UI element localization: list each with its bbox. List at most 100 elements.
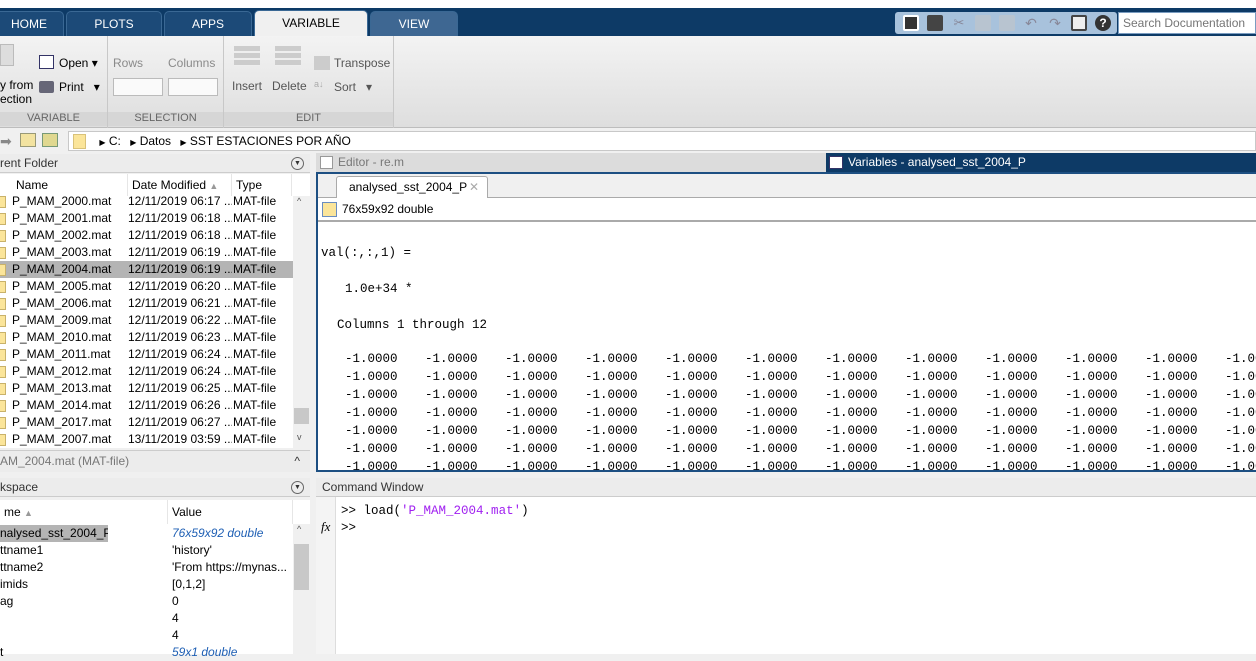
table-row[interactable]: P_MAM_2007.mat 13/11/2019 03:59 ... MAT-…	[0, 431, 293, 448]
command-prompt[interactable]: >>	[341, 521, 356, 535]
delete-button[interactable]: Delete	[272, 79, 307, 93]
file-type: MAT-file	[233, 245, 277, 259]
variables-tab[interactable]: Variables - analysed_sst_2004_P	[826, 153, 1256, 172]
table-row[interactable]: P_MAM_2017.mat 12/11/2019 06:27 ... MAT-…	[0, 414, 293, 431]
matrix-cell: -1.0000	[1065, 352, 1118, 366]
help-icon[interactable]: ?	[1095, 15, 1111, 31]
table-row[interactable]: P_MAM_2004.mat 12/11/2019 06:19 ... MAT-…	[0, 261, 293, 278]
panel-menu-icon[interactable]: ▼	[291, 481, 304, 494]
file-name: P_MAM_2002.mat	[12, 228, 112, 242]
tab-variable[interactable]: VARIABLE	[254, 10, 368, 36]
command-window[interactable]: fx >> load('P_MAM_2004.mat') >>	[316, 497, 1256, 654]
variable-value: 4	[172, 611, 179, 625]
table-row[interactable]: 4	[0, 610, 293, 627]
print-icon	[39, 81, 54, 93]
table-row[interactable]: 4	[0, 627, 293, 644]
function-browser-icon[interactable]: fx	[321, 519, 330, 535]
breadcrumb-item[interactable]: C:	[109, 134, 121, 148]
file-type: MAT-file	[233, 211, 277, 225]
cut-icon[interactable]: ✂	[951, 15, 967, 31]
table-row[interactable]: ttname2 'From https://mynas...	[0, 559, 293, 576]
columns-input[interactable]	[168, 78, 218, 96]
open-button[interactable]: Open ▾	[59, 56, 98, 70]
scrollbar-thumb[interactable]	[294, 544, 309, 590]
close-icon[interactable]: ✕	[469, 177, 479, 197]
save-icon[interactable]	[927, 15, 943, 31]
column-header-name[interactable]: me ▲	[0, 500, 168, 524]
breadcrumb-item[interactable]: SST ESTACIONES POR AÑO	[190, 134, 351, 148]
breadcrumb-item[interactable]: Datos	[140, 134, 171, 148]
table-row[interactable]: P_MAM_2005.mat 12/11/2019 06:20 ... MAT-…	[0, 278, 293, 295]
matrix-cell: -1.0000	[665, 406, 718, 420]
table-row[interactable]: P_MAM_2014.mat 12/11/2019 06:26 ... MAT-…	[0, 397, 293, 414]
new-from-selection-button[interactable]: y from ection	[0, 78, 33, 106]
table-row[interactable]: P_MAM_2001.mat 12/11/2019 06:18 ... MAT-…	[0, 210, 293, 227]
file-type: MAT-file	[233, 398, 277, 412]
scrollbar-thumb[interactable]	[294, 408, 309, 424]
table-row[interactable]: ttname1 'history'	[0, 542, 293, 559]
matrix-cell: -1.0000	[825, 370, 878, 384]
file-name: P_MAM_2013.mat	[12, 381, 112, 395]
insert-button[interactable]: Insert	[232, 79, 262, 93]
address-bar[interactable]: ▶ C: ▶ Datos ▶ SST ESTACIONES POR AÑO	[68, 131, 1256, 151]
switch-windows-icon[interactable]	[1071, 15, 1087, 31]
browse-folder-icon[interactable]	[42, 133, 58, 147]
table-row[interactable]: nalysed_sst_2004_P 76x59x92 double	[0, 525, 293, 542]
matrix-cell: -1.0000	[425, 460, 478, 470]
matrix-cell: -1.0000	[1225, 424, 1256, 438]
matrix-cell: -1.0000	[745, 352, 798, 366]
table-row[interactable]: P_MAM_2011.mat 12/11/2019 06:24 ... MAT-…	[0, 346, 293, 363]
print-button[interactable]: Print ▾	[59, 80, 100, 94]
search-documentation-input[interactable]	[1118, 12, 1256, 34]
table-row[interactable]: P_MAM_2009.mat 12/11/2019 06:22 ... MAT-…	[0, 312, 293, 329]
matrix-cell: -1.0000	[345, 442, 398, 456]
file-type: MAT-file	[233, 330, 277, 344]
tab-apps[interactable]: APPS	[164, 11, 252, 36]
table-row[interactable]: P_MAM_2006.mat 12/11/2019 06:21 ... MAT-…	[0, 295, 293, 312]
scrollbar[interactable]: ^	[293, 524, 310, 654]
mat-file-icon	[0, 332, 6, 344]
panel-menu-icon[interactable]: ▼	[291, 157, 304, 170]
file-date: 12/11/2019 06:18 ...	[128, 228, 232, 242]
tab-plots[interactable]: PLOTS	[66, 11, 162, 36]
details-panel[interactable]: AM_2004.mat (MAT-file) ^	[0, 450, 310, 472]
table-row[interactable]: P_MAM_2012.mat 12/11/2019 06:24 ... MAT-…	[0, 363, 293, 380]
sort-button[interactable]: Sort ▾	[334, 80, 372, 94]
variable-name: t	[0, 645, 4, 659]
new-simulink-icon[interactable]	[903, 15, 919, 31]
variable-doc-tab[interactable]: analysed_sst_2004_P ✕	[336, 176, 488, 198]
scrollbar[interactable]: ^ v	[293, 196, 310, 448]
file-name: P_MAM_2011.mat	[12, 347, 111, 361]
matrix-cell: -1.0000	[505, 424, 558, 438]
table-row[interactable]: P_MAM_2010.mat 12/11/2019 06:23 ... MAT-…	[0, 329, 293, 346]
table-row[interactable]: P_MAM_2002.mat 12/11/2019 06:18 ... MAT-…	[0, 227, 293, 244]
copy-icon[interactable]	[975, 15, 991, 31]
tab-view[interactable]: VIEW	[370, 11, 458, 36]
mat-file-icon	[0, 366, 6, 378]
matrix-cell: -1.0000	[1225, 388, 1256, 402]
table-row[interactable]: P_MAM_2003.mat 12/11/2019 06:19 ... MAT-…	[0, 244, 293, 261]
paste-icon[interactable]	[999, 15, 1015, 31]
matrix-cell: -1.0000	[825, 424, 878, 438]
undo-icon[interactable]: ↶	[1023, 15, 1039, 31]
column-header-value[interactable]: Value	[168, 500, 293, 524]
matrix-cell: -1.0000	[345, 424, 398, 438]
table-row[interactable]: imids [0,1,2]	[0, 576, 293, 593]
table-row[interactable]: P_MAM_2000.mat 12/11/2019 06:17 ... MAT-…	[0, 193, 293, 210]
transpose-button[interactable]: Transpose	[334, 56, 390, 70]
tab-home[interactable]: HOME	[0, 11, 64, 36]
table-row[interactable]: P_MAM_2013.mat 12/11/2019 06:25 ... MAT-…	[0, 380, 293, 397]
up-folder-icon[interactable]	[20, 133, 36, 147]
file-date: 12/11/2019 06:17 ...	[128, 194, 232, 208]
redo-icon[interactable]: ↷	[1047, 15, 1063, 31]
editor-tab[interactable]: Editor - re.m	[316, 153, 826, 172]
mat-file-icon	[0, 349, 6, 361]
matrix-cell: -1.0000	[585, 424, 638, 438]
matrix-cell: -1.0000	[665, 442, 718, 456]
rows-input[interactable]	[113, 78, 163, 96]
file-name: P_MAM_2010.mat	[12, 330, 112, 344]
file-date: 13/11/2019 03:59 ...	[128, 432, 232, 446]
table-row[interactable]: t 59x1 double	[0, 644, 293, 661]
table-row[interactable]: ag 0	[0, 593, 293, 610]
forward-icon[interactable]: ➡	[0, 133, 12, 150]
